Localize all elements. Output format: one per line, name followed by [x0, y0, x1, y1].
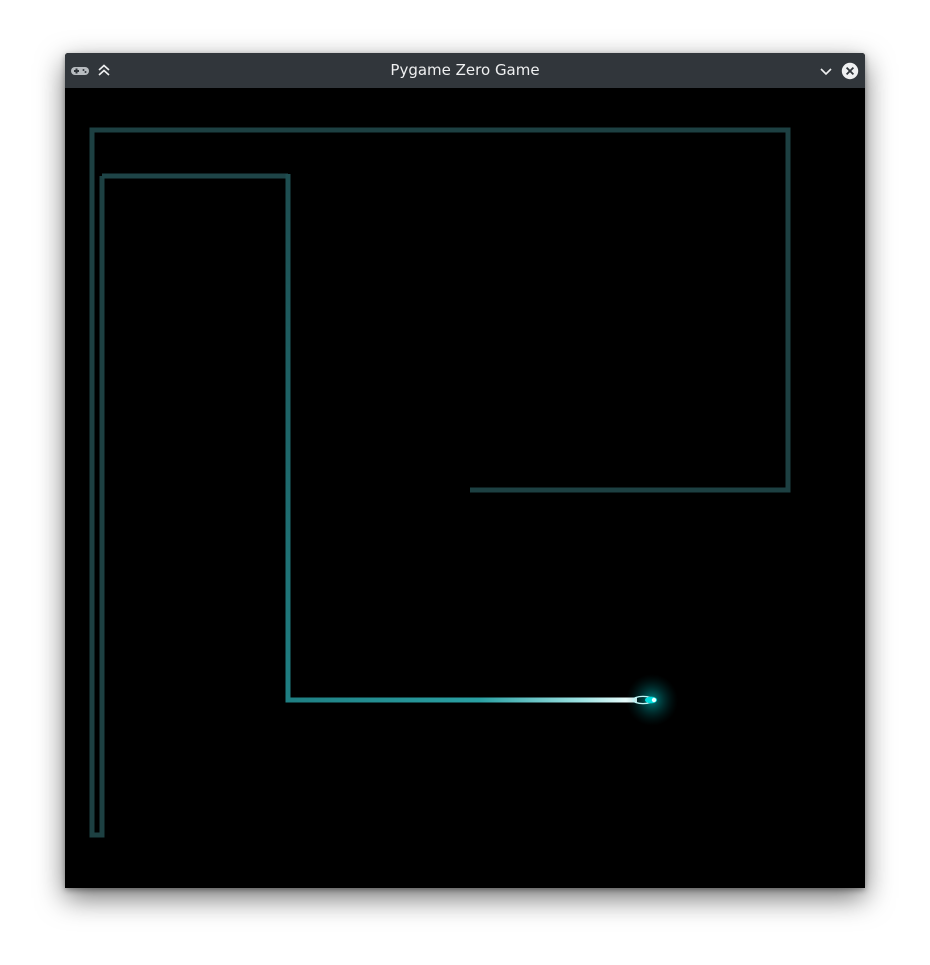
game-scene — [89, 127, 791, 838]
trail-old-segment — [89, 127, 791, 838]
chevron-down-icon[interactable] — [816, 61, 836, 81]
title-bar[interactable]: Pygame Zero Game — [65, 53, 865, 88]
close-icon[interactable] — [840, 61, 860, 81]
game-window: Pygame Zero Game — [65, 53, 865, 888]
game-canvas[interactable] — [65, 88, 865, 888]
window-title: Pygame Zero Game — [390, 61, 540, 79]
